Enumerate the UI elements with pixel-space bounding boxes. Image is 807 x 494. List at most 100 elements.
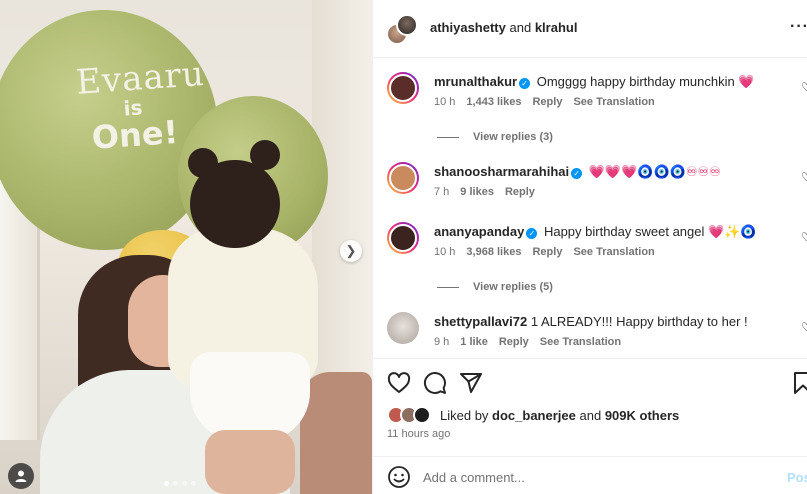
- comment-text: Happy birthday sweet angel: [543, 224, 705, 239]
- comment-item: mrunalthakur ✓ Omgggg happy birthday munc…: [373, 72, 807, 152]
- comment-input[interactable]: [423, 466, 763, 488]
- verified-badge-icon: ✓: [571, 168, 583, 179]
- comment-likes[interactable]: 1,443 likes: [466, 96, 521, 108]
- comment-icon[interactable]: [423, 371, 447, 395]
- comment-emoji: 💗💗💗🧿🧿🧿♾♾♾: [588, 164, 721, 179]
- user-icon: [15, 470, 27, 482]
- comment-avatar[interactable]: [387, 162, 419, 194]
- post-comment-button[interactable]: Post: [787, 470, 807, 485]
- reply-button[interactable]: Reply: [499, 336, 529, 348]
- author-connector: and: [509, 20, 532, 35]
- comment-body: shettypallavi72 1 ALREADY!!! Happy birth…: [434, 314, 794, 330]
- post-side-panel: athiyashetty and klrahul ··· mrunalthaku…: [372, 0, 807, 494]
- post-authors: athiyashetty and klrahul: [430, 20, 577, 35]
- comment-emoji: 💗: [738, 74, 755, 89]
- verified-badge-icon: ✓: [519, 78, 531, 89]
- post-header: athiyashetty and klrahul ···: [373, 0, 807, 58]
- view-replies-label: View replies (3): [473, 131, 553, 143]
- baby-figure-legs: [205, 430, 295, 494]
- comment-like-button[interactable]: ♡: [801, 230, 807, 244]
- replies-divider: [437, 136, 459, 138]
- author-username-1[interactable]: athiyashetty: [430, 20, 506, 35]
- comment-likes[interactable]: 3,968 likes: [466, 246, 521, 258]
- heart-outline-icon: ♡: [801, 320, 807, 334]
- comment-meta: 7 h 9 likes Reply: [434, 186, 535, 198]
- chevron-right-icon: ❯: [345, 243, 357, 258]
- author-username-2[interactable]: klrahul: [535, 20, 578, 35]
- carousel-next-button[interactable]: ❯: [340, 240, 362, 262]
- reply-button[interactable]: Reply: [505, 186, 535, 198]
- share-icon[interactable]: [459, 371, 483, 395]
- more-options-button[interactable]: ···: [790, 18, 807, 36]
- carousel-dot: [173, 481, 178, 486]
- comment-meta: 9 h 1 like Reply See Translation: [434, 336, 621, 348]
- tagged-users-button[interactable]: [8, 463, 34, 489]
- comment-like-button[interactable]: ♡: [801, 170, 807, 184]
- comment-avatar[interactable]: [387, 312, 419, 344]
- liked-by-avatars: [387, 406, 433, 424]
- comment-avatar[interactable]: [387, 72, 419, 104]
- comment-body: mrunalthakur ✓ Omgggg happy birthday munc…: [434, 74, 794, 90]
- comment-body: ananyapanday ✓ Happy birthday sweet angel…: [434, 224, 794, 240]
- reply-button[interactable]: Reply: [532, 96, 562, 108]
- post-timestamp[interactable]: 11 hours ago: [387, 428, 450, 440]
- comment-username[interactable]: mrunalthakur: [434, 74, 517, 89]
- view-replies-button[interactable]: View replies (3): [437, 131, 553, 143]
- comment-like-button[interactable]: ♡: [801, 80, 807, 94]
- comment-time[interactable]: 9 h: [434, 336, 449, 348]
- comment-time[interactable]: 7 h: [434, 186, 449, 198]
- post-action-bar: [373, 358, 807, 404]
- reply-button[interactable]: Reply: [532, 246, 562, 258]
- balloon-text-line3: One!: [90, 112, 180, 157]
- heart-outline-icon: ♡: [801, 80, 807, 94]
- comment-time[interactable]: 10 h: [434, 246, 455, 258]
- carousel-indicator: [164, 481, 196, 486]
- view-replies-button[interactable]: View replies (5): [437, 281, 553, 293]
- likes-summary: Liked by doc_banerjee and 909K others: [387, 404, 679, 426]
- view-replies-label: View replies (5): [473, 281, 553, 293]
- author-avatars[interactable]: [386, 14, 418, 46]
- comment-body: shanoosharmarahihai ✓ 💗💗💗🧿🧿🧿♾♾♾: [434, 164, 794, 180]
- see-translation-button[interactable]: See Translation: [573, 96, 654, 108]
- comment-text: Omgggg happy birthday munchkin: [536, 74, 735, 89]
- avatar: [389, 224, 417, 252]
- comment-likes[interactable]: 1 like: [460, 336, 488, 348]
- comment-emoji: 💗✨🧿: [708, 224, 757, 239]
- balloon-text: Evaaru is One!: [75, 54, 206, 157]
- bookmark-icon[interactable]: [791, 371, 807, 395]
- comments-list: mrunalthakur ✓ Omgggg happy birthday munc…: [373, 58, 807, 358]
- emoji-icon[interactable]: [387, 465, 411, 489]
- comment-username[interactable]: shanoosharmarahihai: [434, 164, 569, 179]
- liked-by-prefix: Liked by: [440, 407, 489, 423]
- comment-username[interactable]: shettypallavi72: [434, 314, 527, 329]
- instagram-post: Evaaru is One! ❯ athiyashetty and klrahu…: [0, 0, 807, 494]
- comment-username[interactable]: ananyapanday: [434, 224, 524, 239]
- carousel-dot: [182, 481, 187, 486]
- avatar: [387, 312, 419, 344]
- comment-avatar[interactable]: [387, 222, 419, 254]
- see-translation-button[interactable]: See Translation: [573, 246, 654, 258]
- see-translation-button[interactable]: See Translation: [540, 336, 621, 348]
- liked-by-user[interactable]: doc_banerjee: [492, 408, 576, 423]
- avatar: [389, 164, 417, 192]
- post-photo[interactable]: Evaaru is One! ❯: [0, 0, 372, 494]
- avatar: [396, 14, 418, 36]
- baby-figure-head: [190, 160, 280, 248]
- comment-likes[interactable]: 9 likes: [460, 186, 494, 198]
- verified-badge-icon: ✓: [526, 228, 538, 239]
- heart-icon[interactable]: [387, 371, 411, 395]
- liked-by-others[interactable]: 909K others: [605, 408, 679, 423]
- carousel-dot: [191, 481, 196, 486]
- replies-divider: [437, 286, 459, 288]
- heart-outline-icon: ♡: [801, 170, 807, 184]
- comment-time[interactable]: 10 h: [434, 96, 455, 108]
- comment-item: ananyapanday ✓ Happy birthday sweet angel…: [373, 222, 807, 302]
- heart-outline-icon: ♡: [801, 230, 807, 244]
- comment-item: shettypallavi72 1 ALREADY!!! Happy birth…: [373, 312, 807, 358]
- more-horizontal-icon: ···: [790, 18, 807, 35]
- carousel-dot: [164, 481, 169, 486]
- comment-item: shanoosharmarahihai ✓ 💗💗💗🧿🧿🧿♾♾♾ 7 h 9 lik…: [373, 162, 807, 212]
- liked-by-connector: and: [579, 407, 602, 423]
- add-comment-bar: Post: [373, 456, 807, 494]
- comment-like-button[interactable]: ♡: [801, 320, 807, 334]
